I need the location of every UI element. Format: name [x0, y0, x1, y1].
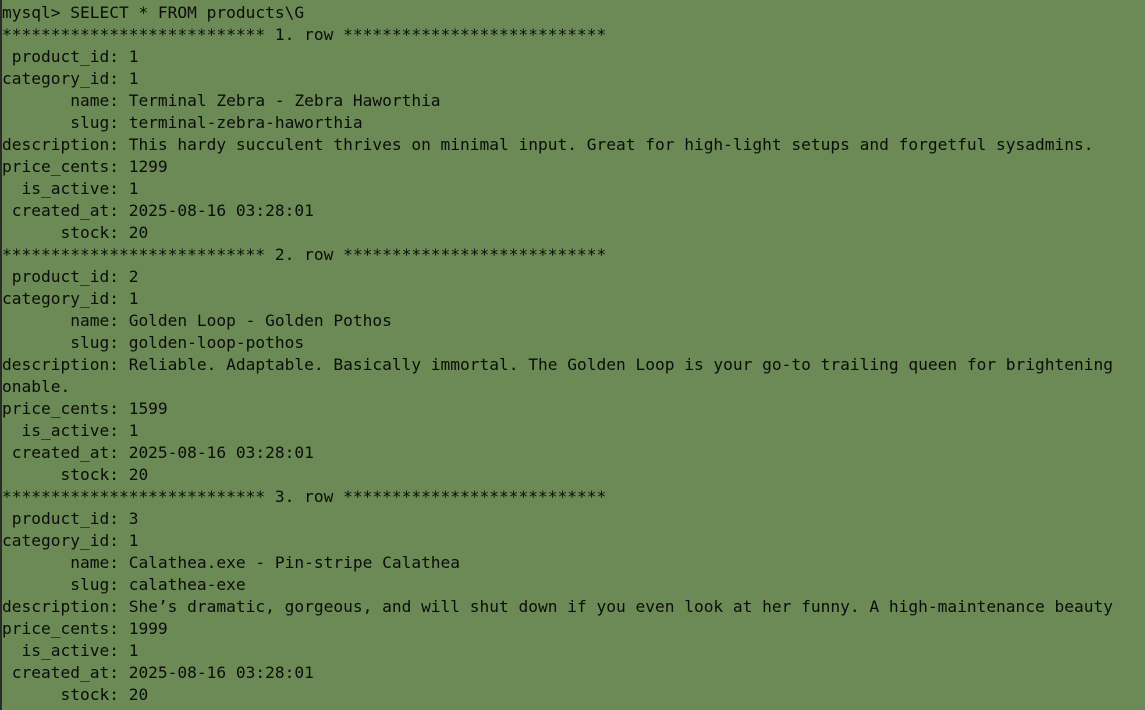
terminal-output: mysql> SELECT * FROM products\G *********…	[2, 2, 1145, 706]
output-line: is_active: 1	[2, 641, 139, 660]
output-line: *************************** 1. row *****…	[2, 25, 607, 44]
output-line: stock: 20	[2, 223, 149, 242]
output-line: description: Reliable. Adaptable. Basica…	[2, 355, 1114, 374]
output-line: stock: 20	[2, 685, 149, 704]
output-line: product_id: 2	[2, 267, 139, 286]
output-line: name: Golden Loop - Golden Pothos	[2, 311, 392, 330]
output-line: product_id: 3	[2, 509, 139, 528]
output-line: is_active: 1	[2, 179, 139, 198]
output-line: name: Calathea.exe - Pin-stripe Calathea	[2, 553, 461, 572]
output-line: is_active: 1	[2, 421, 139, 440]
output-line: slug: golden-loop-pothos	[2, 333, 305, 352]
output-line: description: She’s dramatic, gorgeous, a…	[2, 597, 1114, 616]
output-line: description: This hardy succulent thrive…	[2, 135, 1094, 154]
command-prompt-line: mysql> SELECT * FROM products\G	[2, 3, 305, 22]
output-line: name: Terminal Zebra - Zebra Haworthia	[2, 91, 441, 110]
output-line: category_id: 1	[2, 531, 139, 550]
output-line: created_at: 2025-08-16 03:28:01	[2, 201, 314, 220]
output-line: stock: 20	[2, 465, 149, 484]
output-line: price_cents: 1999	[2, 619, 168, 638]
output-line: slug: calathea-exe	[2, 575, 246, 594]
output-line: *************************** 2. row *****…	[2, 245, 607, 264]
output-line: *************************** 3. row *****…	[2, 487, 607, 506]
output-line: onable.	[2, 377, 71, 396]
output-line: created_at: 2025-08-16 03:28:01	[2, 443, 314, 462]
output-line: category_id: 1	[2, 289, 139, 308]
output-line: price_cents: 1299	[2, 157, 168, 176]
terminal-window[interactable]: mysql> SELECT * FROM products\G *********…	[0, 0, 1145, 710]
output-line: created_at: 2025-08-16 03:28:01	[2, 663, 314, 682]
output-line: product_id: 1	[2, 47, 139, 66]
output-line: category_id: 1	[2, 69, 139, 88]
output-line: price_cents: 1599	[2, 399, 168, 418]
output-line: slug: terminal-zebra-haworthia	[2, 113, 363, 132]
